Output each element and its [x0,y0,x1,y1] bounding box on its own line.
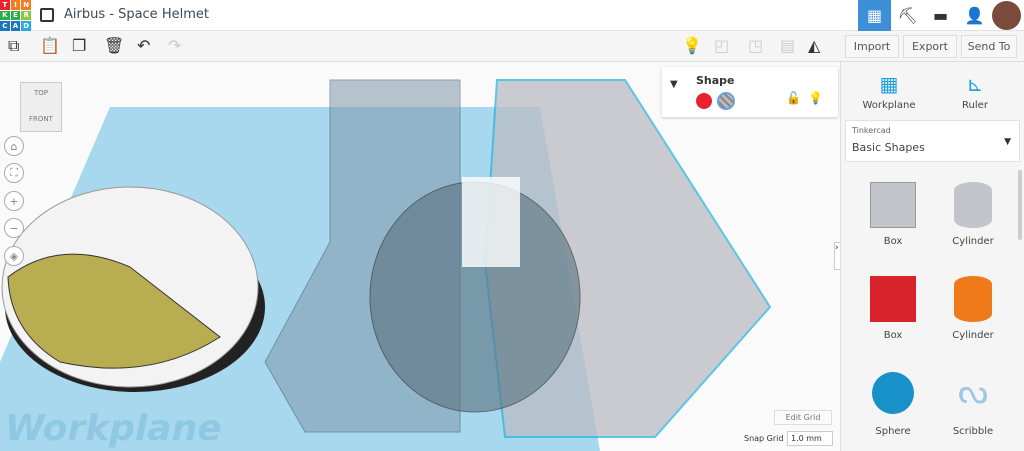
undo-icon[interactable]: ↶ [137,36,150,55]
fit-view-icon[interactable]: ⛶ [4,163,24,183]
shape-library-select[interactable]: Tinkercad Basic Shapes ▼ [845,120,1020,162]
avatar[interactable] [992,1,1021,30]
light-bulb-icon[interactable]: 💡 [682,36,702,55]
view-cube[interactable]: TOP FRONT [20,82,62,132]
visibility-bulb-icon[interactable]: 💡 [808,91,823,105]
shape-label: Cylinder [952,330,994,341]
toolbar: ⧉ 📋 ❐ 🗑 ↶ ↷ 💡 ◰ ◳ ▤ ◭ Import Export Send… [0,31,1024,62]
shape-inspector: ▼ Shape 🔓 💡 [662,67,838,117]
scribble-icon: ᔓ [957,372,989,412]
shape-label: Cylinder [952,236,994,247]
snap-grid-select[interactable]: 1.0 mm [787,431,833,446]
workplane-label: Workplane [862,100,916,111]
shape-label: Scribble [952,426,994,437]
export-button[interactable]: Export [903,35,957,58]
right-panel: ▦ Workplane ⊾ Ruler Tinkercad Basic Shap… [840,62,1024,451]
box-icon [870,182,916,228]
ungroup-icon[interactable]: ◳ [748,36,763,55]
shape-box-red[interactable]: Box [853,276,933,341]
shape-label: Box [883,236,903,247]
redo-icon[interactable]: ↷ [168,36,181,55]
home-view-icon[interactable]: ⌂ [4,136,24,156]
logo-letter: N [21,0,31,10]
cylinder-icon [954,182,992,228]
3d-viewport[interactable]: Workplane TOP FRONT ⌂ ⛶ + − ◈ Edit Grid … [0,62,840,451]
ruler-label: Ruler [962,100,988,111]
sphere-icon [872,372,914,414]
chevron-down-icon: ▼ [1004,137,1011,147]
delete-icon[interactable]: 🗑 [104,36,124,55]
3d-view-grid-icon[interactable]: ▦ [858,0,891,31]
shape-scribble[interactable]: ᔓ Scribble [933,372,1013,437]
logo-letter: E [10,10,21,21]
copy-icon[interactable]: ⧉ [8,36,19,56]
logo-letter: D [21,21,31,31]
shape-cylinder-gray[interactable]: Cylinder [933,182,1013,247]
top-bar: T I N K E R C A D Airbus - Space Helmet … [0,0,1024,31]
ruler-icon: ⊾ [966,72,984,96]
view-cube-front[interactable]: FRONT [21,115,61,123]
workplane-label: Workplane [5,408,222,449]
logo-letter: I [10,0,21,10]
bricks-icon[interactable]: ▬ [924,0,957,31]
tinkercad-logo[interactable]: T I N K E R C A D [0,0,31,31]
edit-grid-button[interactable]: Edit Grid [774,410,832,425]
send-to-button[interactable]: Send To [961,35,1017,58]
workplane-tool[interactable]: ▦ Workplane [849,72,929,111]
align-icon[interactable]: ▤ [780,36,795,55]
paste-icon[interactable]: 📋 [40,36,60,55]
zoom-in-icon[interactable]: + [4,191,24,211]
snap-grid-label: Snap Grid [744,434,784,443]
collapse-inspector-icon[interactable]: ▼ [670,79,678,90]
library-name: Basic Shapes [852,141,925,154]
shape-sphere[interactable]: Sphere [853,372,933,437]
mirror-icon[interactable]: ◭ [808,36,820,55]
logo-letter: R [21,10,31,21]
pickaxe-icon[interactable]: ⛏ [891,0,924,31]
cylinder-icon [954,276,992,322]
logo-letter: K [0,10,10,21]
inspector-title: Shape [696,74,735,87]
perspective-icon[interactable]: ◈ [4,246,24,266]
ring-band [462,177,520,267]
logo-letter: T [0,0,10,10]
view-cube-top[interactable]: TOP [21,89,61,97]
library-source: Tinkercad [852,126,891,135]
add-user-icon[interactable]: 👤 [958,0,991,31]
solid-color-swatch[interactable] [696,93,712,109]
design-title[interactable]: Airbus - Space Helmet [64,7,209,22]
box-icon [870,276,916,322]
shape-label: Box [883,330,903,341]
lock-icon[interactable]: 🔓 [786,91,801,105]
import-button[interactable]: Import [845,35,899,58]
duplicate-icon[interactable]: ❐ [72,36,86,55]
logo-letter: C [0,21,10,31]
design-list-icon[interactable] [40,8,54,22]
shape-label: Sphere [875,426,911,437]
shape-box-gray[interactable]: Box [853,182,933,247]
scene[interactable]: Workplane [0,62,840,451]
hole-swatch[interactable] [717,92,735,110]
scrollbar[interactable] [1018,170,1022,240]
group-icon[interactable]: ◰ [714,36,729,55]
shape-cylinder-orange[interactable]: Cylinder [933,276,1013,341]
workplane-icon: ▦ [879,72,899,96]
ruler-tool[interactable]: ⊾ Ruler [935,72,1015,111]
logo-letter: A [10,21,21,31]
zoom-out-icon[interactable]: − [4,218,24,238]
